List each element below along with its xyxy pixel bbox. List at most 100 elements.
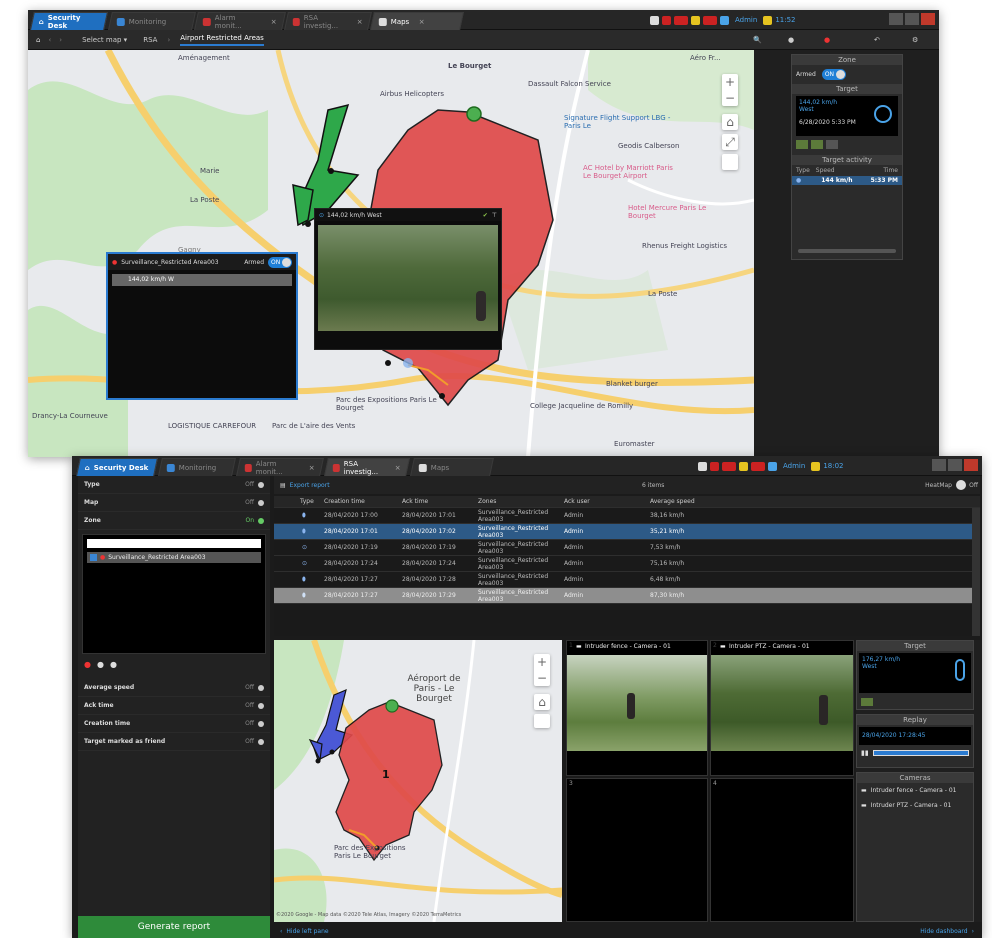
- generate-report-button[interactable]: Generate report: [78, 916, 270, 938]
- pause-icon[interactable]: ▮▮: [861, 749, 869, 757]
- user-label[interactable]: Admin: [783, 462, 805, 470]
- volume-icon[interactable]: [768, 461, 777, 471]
- minimize-button[interactable]: [932, 459, 946, 471]
- alarm-filter-icon[interactable]: ●: [824, 36, 830, 44]
- col-zones[interactable]: Zones: [478, 498, 564, 505]
- zoom-in-button[interactable]: +: [722, 74, 738, 90]
- chevron-left-icon[interactable]: ‹: [280, 928, 282, 935]
- toggle-icon[interactable]: [258, 684, 264, 691]
- map-layer-button[interactable]: [534, 714, 550, 728]
- close-icon[interactable]: ×: [419, 18, 425, 26]
- toggle-icon[interactable]: [258, 720, 264, 727]
- tab-maps[interactable]: Maps: [410, 458, 494, 476]
- table-row[interactable]: ⬮ 28/04/2020 17:00 28/04/2020 17:01 Surv…: [274, 508, 980, 524]
- target-card[interactable]: 176,27 km/h West: [859, 653, 971, 693]
- close-icon[interactable]: ×: [395, 464, 401, 472]
- tab-alarm-monitoring[interactable]: Alarm monit... ×: [236, 458, 324, 476]
- export-icon[interactable]: ▤: [280, 482, 286, 489]
- toggle-icon[interactable]: [258, 481, 264, 488]
- tab-security-desk[interactable]: ⌂ Security Desk: [30, 12, 108, 30]
- map-home-button[interactable]: ⌂: [722, 114, 738, 130]
- camera-tile-4[interactable]: 4: [710, 778, 854, 922]
- replay-progress[interactable]: [872, 750, 969, 756]
- chevron-right-icon[interactable]: ›: [972, 928, 974, 935]
- tab-alarm-monitoring[interactable]: Alarm monit... ×: [194, 12, 286, 30]
- close-icon[interactable]: ×: [271, 18, 277, 26]
- hide-left-pane[interactable]: Hide left pane: [286, 928, 328, 935]
- forward-icon[interactable]: ›: [59, 36, 62, 44]
- checkbox-icon[interactable]: [90, 554, 97, 561]
- armed-toggle[interactable]: ON: [268, 256, 292, 268]
- tab-maps[interactable]: Maps ×: [370, 12, 464, 30]
- tab-rsa-investigation[interactable]: RSA investig... ×: [284, 12, 372, 30]
- zone-remove-icon[interactable]: ●: [110, 660, 117, 669]
- video-frame[interactable]: [318, 225, 498, 331]
- table-scrollbar[interactable]: [972, 508, 980, 636]
- toggle-icon[interactable]: [258, 738, 264, 745]
- minimize-button[interactable]: [889, 13, 903, 25]
- table-row[interactable]: ⬮ 28/04/2020 17:27 28/04/2020 17:28 Surv…: [274, 572, 980, 588]
- filter-zone[interactable]: Zone On: [78, 512, 270, 530]
- col-ack-time[interactable]: Ack time: [402, 498, 478, 505]
- col-type[interactable]: Type: [274, 498, 324, 505]
- bell-icon[interactable]: [739, 461, 748, 471]
- warning-icon[interactable]: [811, 461, 821, 471]
- gear-icon[interactable]: ⚙: [912, 36, 918, 44]
- tab-monitoring[interactable]: Monitoring: [108, 12, 196, 30]
- alarm-count-icon[interactable]: [674, 15, 688, 25]
- home-icon[interactable]: ⌂: [36, 36, 40, 44]
- table-row[interactable]: ⊙ 28/04/2020 17:19 28/04/2020 17:19 Surv…: [274, 540, 980, 556]
- layers-icon[interactable]: ●: [788, 36, 794, 44]
- network-icon[interactable]: [698, 461, 707, 471]
- window-close-button[interactable]: [921, 13, 935, 25]
- filter-ack-time[interactable]: Ack time Off: [78, 697, 270, 715]
- map-fit-button[interactable]: ⤢: [722, 134, 738, 150]
- camera-list-item[interactable]: ▬ Intruder PTZ - Camera - 01: [857, 798, 973, 813]
- filter-target-friend[interactable]: Target marked as friend Off: [78, 733, 270, 751]
- bottom-map[interactable]: Aéroport de Paris - Le Bourget 1 Parc de…: [274, 640, 562, 922]
- alert-icon[interactable]: [710, 461, 719, 471]
- activity-row[interactable]: ● 144 km/h 5:33 PM: [792, 176, 902, 185]
- window-close-button[interactable]: [964, 459, 978, 471]
- breadcrumb-airport[interactable]: Airport Restricted Areas: [180, 34, 264, 46]
- user-label[interactable]: Admin: [735, 16, 757, 24]
- target-card[interactable]: 144,02 km/h West 6/28/2020 5:33 PM: [796, 96, 898, 136]
- info-icon[interactable]: [826, 140, 838, 149]
- activity-scrollbar[interactable]: [798, 249, 896, 253]
- heatmap-toggle[interactable]: [956, 480, 966, 490]
- toggle-icon[interactable]: [258, 702, 264, 709]
- col-average-speed[interactable]: Average speed: [650, 498, 760, 505]
- top-map[interactable]: Aménagement Airbus Helicopters Dassault …: [28, 50, 754, 457]
- map-home-button[interactable]: ⌂: [534, 694, 550, 710]
- close-icon[interactable]: ×: [357, 18, 363, 26]
- pin-icon[interactable]: ⊤: [492, 212, 497, 219]
- filter-map[interactable]: Map Off: [78, 494, 270, 512]
- camera-icon[interactable]: [861, 698, 873, 706]
- alarm-count-icon[interactable]: [722, 461, 736, 471]
- table-row[interactable]: ⬮ 28/04/2020 17:01 28/04/2020 17:02 Surv…: [274, 524, 980, 540]
- toggle-icon[interactable]: [258, 499, 264, 506]
- alarm-badge-icon[interactable]: [751, 461, 765, 471]
- volume-icon[interactable]: [720, 15, 729, 25]
- tab-monitoring[interactable]: Monitoring: [158, 458, 236, 476]
- zone-copy-icon[interactable]: ●: [97, 660, 104, 669]
- camera-list-item[interactable]: ▬ Intruder fence - Camera - 01: [857, 783, 973, 798]
- filter-type[interactable]: Type Off: [78, 476, 270, 494]
- check-icon[interactable]: ✔: [483, 212, 488, 219]
- zoom-in-button[interactable]: +: [534, 654, 550, 670]
- zoom-out-button[interactable]: −: [722, 90, 738, 106]
- warning-icon[interactable]: [763, 15, 773, 25]
- zone-armed-toggle[interactable]: ON: [821, 69, 846, 80]
- camera-tile-2[interactable]: 2 ▬Intruder PTZ - Camera - 01: [710, 640, 854, 776]
- map-layer-button[interactable]: [722, 154, 738, 170]
- zone-list-item[interactable]: ● Surveillance_Restricted Area003: [87, 552, 261, 563]
- hide-dashboard[interactable]: Hide dashboard: [920, 928, 967, 935]
- camera-tile-3[interactable]: 3: [566, 778, 708, 922]
- bell-icon[interactable]: [691, 15, 700, 25]
- table-row[interactable]: ⊙ 28/04/2020 17:24 28/04/2020 17:24 Surv…: [274, 556, 980, 572]
- zone-popup-speed[interactable]: 144,02 km/h W: [112, 274, 292, 286]
- col-ack-user[interactable]: Ack user: [564, 498, 650, 505]
- close-icon[interactable]: ×: [309, 464, 315, 472]
- col-creation-time[interactable]: Creation time: [324, 498, 402, 505]
- camera-icon[interactable]: [811, 140, 823, 149]
